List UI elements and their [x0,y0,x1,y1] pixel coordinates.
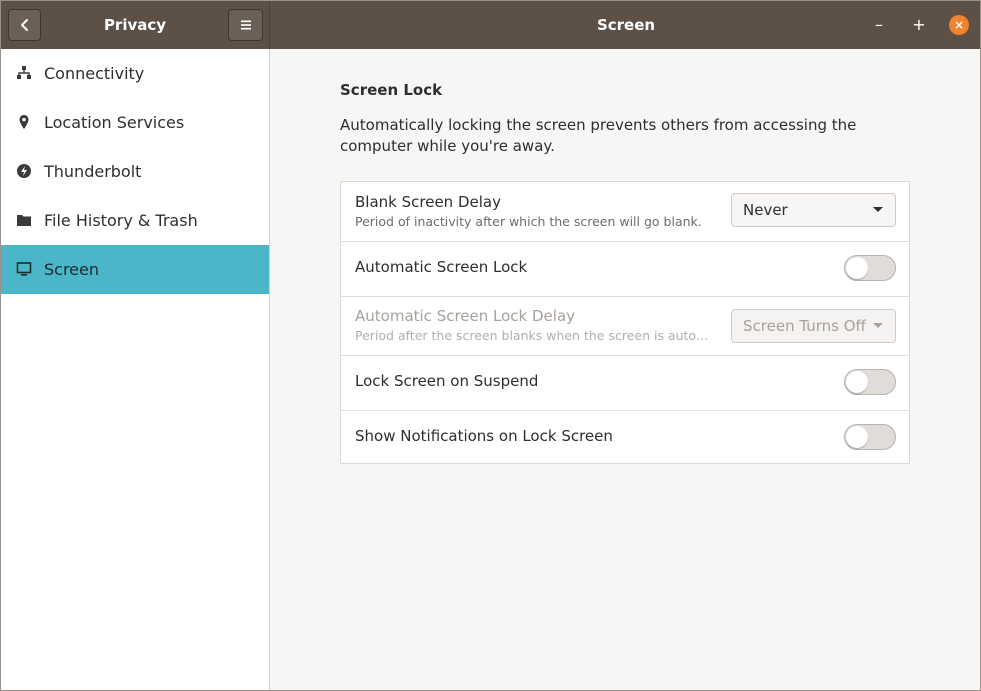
switch-knob [846,426,868,448]
sidebar: Connectivity Location Services Thunderbo… [1,49,270,690]
sidebar-header: Privacy [1,1,270,49]
switch-knob [846,371,868,393]
sidebar-item-label: File History & Trash [44,211,198,230]
show-notifications-title: Show Notifications on Lock Screen [355,427,613,445]
hamburger-menu-icon [240,20,251,30]
dropdown-value: Never [743,201,788,219]
sidebar-item-label: Location Services [44,113,185,132]
blank-screen-delay-subtitle: Period of inactivity after which the scr… [355,214,702,229]
show-notifications-row: Show Notifications on Lock Screen [341,410,909,463]
settings-list: Blank Screen Delay Period of inactivity … [340,181,910,464]
close-button[interactable]: × [949,15,969,35]
blank-screen-delay-title: Blank Screen Delay [355,193,501,211]
back-button[interactable] [8,9,41,41]
folder-icon [17,215,31,226]
automatic-screen-lock-delay-row: Automatic Screen Lock Delay Period after… [341,296,909,356]
menu-button[interactable] [228,9,263,41]
chevron-left-icon [20,19,28,31]
thunderbolt-icon [17,164,31,178]
sidebar-item-label: Screen [44,260,100,279]
lock-screen-on-suspend-title: Lock Screen on Suspend [355,372,539,390]
blank-screen-delay-row: Blank Screen Delay Period of inactivity … [341,182,909,242]
location-pin-icon [19,115,29,129]
maximize-button[interactable]: + [909,15,929,35]
caret-down-icon [873,207,883,212]
sidebar-item-location-services[interactable]: Location Services [1,98,269,147]
sidebar-item-label: Connectivity [44,64,145,83]
monitor-icon [16,262,32,276]
sidebar-item-thunderbolt[interactable]: Thunderbolt [1,147,269,196]
sidebar-item-screen[interactable]: Screen [1,245,269,294]
automatic-screen-lock-delay-subtitle: Period after the screen blanks when the … [355,328,709,343]
dropdown-value: Screen Turns Off [743,317,866,335]
sidebar-title: Privacy [103,16,167,34]
header-bar: Privacy Screen – + × [1,1,980,49]
section-title: Screen Lock [340,81,443,99]
caret-down-icon [873,323,883,328]
automatic-screen-lock-title: Automatic Screen Lock [355,258,528,276]
automatic-screen-lock-row: Automatic Screen Lock [341,241,909,297]
automatic-screen-lock-switch[interactable] [844,255,896,281]
blank-screen-delay-dropdown[interactable]: Never [731,193,896,227]
settings-window: Privacy Screen – + × Connectivity Locati… [0,0,981,691]
lock-screen-on-suspend-switch[interactable] [844,369,896,395]
sidebar-item-connectivity[interactable]: Connectivity [1,49,269,98]
main-content: Screen Lock Automatically locking the sc… [270,49,980,690]
lock-screen-on-suspend-row: Lock Screen on Suspend [341,355,909,411]
section-description: Automatically locking the screen prevent… [340,116,857,155]
network-icon [17,66,31,79]
minimize-button[interactable]: – [869,15,889,35]
sidebar-item-file-history-trash[interactable]: File History & Trash [1,196,269,245]
show-notifications-switch[interactable] [844,424,896,450]
automatic-screen-lock-delay-dropdown[interactable]: Screen Turns Off [731,309,896,343]
automatic-screen-lock-delay-title: Automatic Screen Lock Delay [355,307,576,325]
switch-knob [846,257,868,279]
sidebar-item-label: Thunderbolt [44,162,142,181]
